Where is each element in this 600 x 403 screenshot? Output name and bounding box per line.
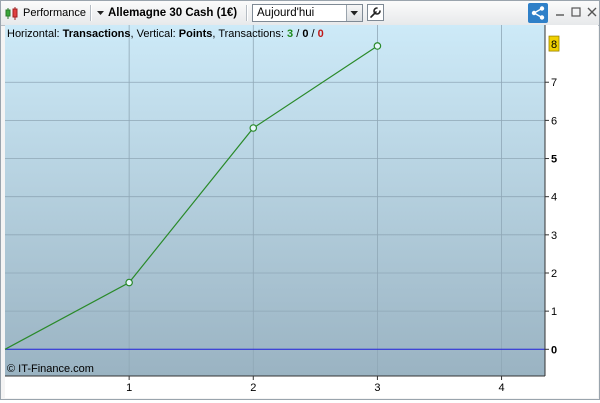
- losing-count: 0: [317, 28, 324, 40]
- transactions-prefix: , Transactions:: [212, 28, 288, 40]
- x-tick-label: 1: [126, 382, 132, 394]
- count-separator: /: [293, 28, 303, 40]
- chart-info-bar: Horizontal: Transactions, Vertical: Poin…: [7, 27, 324, 41]
- plot-background: [5, 25, 545, 376]
- y-tick-label: 3: [551, 230, 557, 242]
- y-tick-label: 0: [551, 344, 557, 356]
- vertical-value: Points: [178, 28, 213, 40]
- x-tick-label: 4: [498, 382, 504, 394]
- y-tick-label: 7: [551, 77, 557, 89]
- y-tick-label: 5: [551, 154, 557, 166]
- data-point: [249, 124, 258, 132]
- y-tick-label: 4: [551, 192, 557, 204]
- chart-area: 0 1 2 3 4 5 6 7 8 1 2 3 4: [0, 0, 600, 400]
- current-value-label: 8: [551, 39, 557, 51]
- copyright-text: © IT-Finance.com: [7, 363, 94, 375]
- y-tick-label: 1: [551, 306, 557, 318]
- y-tick-label: 2: [551, 268, 557, 280]
- vertical-prefix: , Vertical:: [130, 28, 179, 40]
- x-tick-label: 3: [374, 382, 380, 394]
- horizontal-prefix: Horizontal:: [7, 28, 63, 40]
- x-tick-label: 2: [250, 382, 256, 394]
- horizontal-value: Transactions: [62, 28, 131, 40]
- data-point: [125, 278, 133, 287]
- count-separator: /: [308, 28, 318, 40]
- x-axis-panel: [5, 376, 598, 398]
- y-tick-label: 6: [551, 115, 557, 127]
- performance-chart[interactable]: 0 1 2 3 4 5 6 7 8 1 2 3 4: [0, 0, 600, 400]
- data-point: [373, 42, 382, 50]
